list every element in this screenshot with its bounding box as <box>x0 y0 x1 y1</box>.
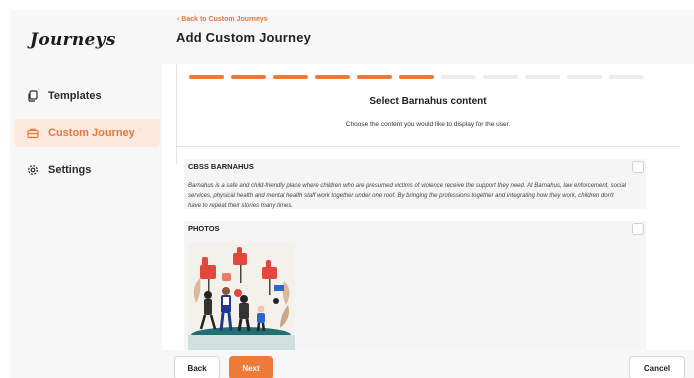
content-option-barnahus: CBSS BARNAHUS Barnahus is a safe and chi… <box>184 159 646 209</box>
sidebar-item-label: Settings <box>48 164 92 176</box>
step-completed <box>189 75 224 79</box>
main-panel: Select Barnahus content Choose the conte… <box>162 64 694 350</box>
briefcase-icon <box>26 126 40 140</box>
sidebar-item-settings[interactable]: Settings <box>14 156 160 184</box>
app-frame: Journeys Templates Custom Journey Settin… <box>10 10 694 378</box>
step-pending <box>609 75 644 79</box>
back-link-label: Back to Custom Journeys <box>181 16 268 23</box>
divider <box>176 64 177 164</box>
step-pending <box>441 75 476 79</box>
step-completed <box>231 75 266 79</box>
step-completed <box>315 75 350 79</box>
section-title: Select Barnahus content <box>369 96 487 107</box>
sidebar-item-label: Templates <box>48 90 102 102</box>
step-pending <box>483 75 518 79</box>
step-completed <box>357 75 392 79</box>
step-pending <box>525 75 560 79</box>
photos-checkbox[interactable] <box>632 223 644 235</box>
barnahus-checkbox[interactable] <box>632 161 644 173</box>
next-button[interactable]: Next <box>229 356 273 378</box>
cancel-button[interactable]: Cancel <box>629 356 685 378</box>
photo-illustration <box>188 243 295 350</box>
section-subtitle: Choose the content you would like to dis… <box>345 121 511 128</box>
option-description: Barnahus is a safe and child-friendly pl… <box>188 183 627 209</box>
sidebar-item-label: Custom Journey <box>48 127 135 139</box>
content-option-photos: PHOTOS <box>184 221 646 350</box>
sidebar: Journeys Templates Custom Journey Settin… <box>10 10 170 378</box>
divider <box>176 146 680 147</box>
step-pending <box>567 75 602 79</box>
sidebar-item-templates[interactable]: Templates <box>14 82 160 110</box>
option-label: CBSS BARNAHUS <box>188 162 254 171</box>
templates-icon <box>26 89 40 103</box>
back-to-custom-journeys-link[interactable]: ‹ Back to Custom Journeys <box>177 16 268 23</box>
footer-bar: Back Next Cancel <box>162 350 694 378</box>
app-logo: Journeys <box>30 30 116 50</box>
sidebar-item-custom-journey[interactable]: Custom Journey <box>14 119 160 147</box>
step-completed <box>399 75 434 79</box>
option-label: PHOTOS <box>188 224 220 233</box>
gear-icon <box>26 163 40 177</box>
page-title: Add Custom Journey <box>176 30 312 45</box>
step-completed <box>273 75 308 79</box>
progress-stepper <box>189 75 644 79</box>
back-button[interactable]: Back <box>174 356 220 378</box>
